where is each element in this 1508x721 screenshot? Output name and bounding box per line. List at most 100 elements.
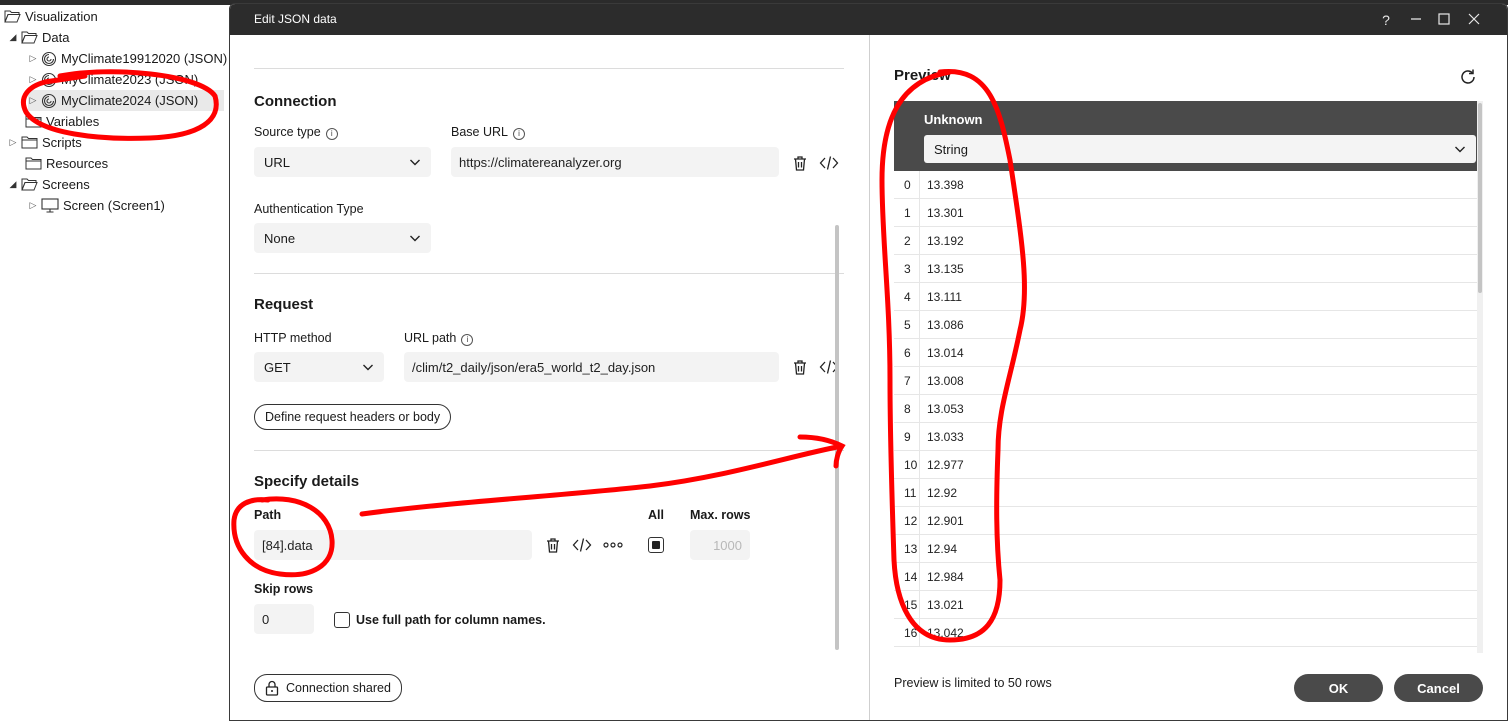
refresh-icon[interactable] <box>1458 67 1478 87</box>
info-icon[interactable]: i <box>512 128 525 140</box>
define-request-headers-button[interactable]: Define request headers or body <box>254 404 452 430</box>
close-button[interactable] <box>1464 10 1484 30</box>
tree-item-visualization[interactable]: Visualization <box>4 6 98 27</box>
table-row[interactable]: 4 13.111 <box>894 283 1477 311</box>
row-index: 4 <box>894 283 920 311</box>
edit-json-dialog: Edit JSON data ? Connection Source type i… <box>229 3 1508 721</box>
maximize-button[interactable] <box>1434 10 1454 30</box>
tree-item-label: MyClimate19912020 (JSON) <box>61 51 228 66</box>
tree-item-label: MyClimate2023 (JSON) <box>61 72 199 87</box>
trash-icon[interactable] <box>790 357 810 377</box>
connection-shared-button[interactable]: Connection shared <box>254 674 402 702</box>
row-value: 13.033 <box>927 430 964 444</box>
base-url-input[interactable]: https://climatereanalyzer.org <box>451 147 779 177</box>
trash-icon[interactable] <box>790 153 810 173</box>
folder-open-icon <box>21 31 38 44</box>
url-path-label: URL path i <box>404 331 474 346</box>
path-input[interactable]: [84].data <box>254 530 532 560</box>
tree-item-myclimate2024[interactable]: ▷ MyClimate2024 (JSON) <box>28 90 224 111</box>
table-row[interactable]: 8 13.053 <box>894 395 1477 423</box>
code-binding-icon[interactable] <box>572 535 592 555</box>
preview-limit-note: Preview is limited to 50 rows <box>894 676 1052 690</box>
tree-item-scripts[interactable]: ▷ Scripts <box>8 132 82 153</box>
collapsed-triangle-icon[interactable]: ▷ <box>28 53 38 64</box>
table-row[interactable]: 9 13.033 <box>894 423 1477 451</box>
skip-rows-input[interactable]: 0 <box>254 604 314 634</box>
scrollbar-thumb[interactable] <box>1478 103 1482 293</box>
row-index: 8 <box>894 395 920 423</box>
preview-pane: Preview Unknown String 0 13.398 1 13.301 2 13… <box>870 35 1507 720</box>
all-rows-checkbox[interactable] <box>648 537 664 553</box>
row-index: 6 <box>894 339 920 367</box>
column-type-value: String <box>934 141 968 157</box>
full-path-label[interactable]: Use full path for column names. <box>356 613 546 627</box>
expanded-triangle-icon[interactable]: ◢ <box>8 32 18 43</box>
table-row[interactable]: 7 13.008 <box>894 367 1477 395</box>
minimize-button[interactable] <box>1406 10 1426 30</box>
source-type-select[interactable]: URL <box>254 147 431 177</box>
table-row[interactable]: 5 13.086 <box>894 311 1477 339</box>
dialog-titlebar[interactable]: Edit JSON data ? <box>230 4 1507 35</box>
column-type-select[interactable]: String <box>924 135 1476 163</box>
path-label: Path <box>254 508 282 522</box>
row-index: 16 <box>894 619 920 647</box>
info-icon[interactable]: i <box>325 128 338 140</box>
collapsed-triangle-icon[interactable]: ▷ <box>8 137 18 148</box>
trash-icon[interactable] <box>543 535 563 555</box>
http-method-label: HTTP method <box>254 331 332 345</box>
table-row[interactable]: 16 13.042 <box>894 619 1477 647</box>
scrollbar[interactable] <box>835 225 839 650</box>
info-icon[interactable]: i <box>461 334 474 346</box>
full-path-checkbox[interactable] <box>334 612 350 628</box>
skip-rows-label: Skip rows <box>254 582 314 596</box>
tree-item-myclimate2023[interactable]: ▷ MyClimate2023 (JSON) <box>28 69 199 90</box>
row-index: 3 <box>894 255 920 283</box>
table-row[interactable]: 15 13.021 <box>894 591 1477 619</box>
tree-item-screens[interactable]: ◢ Screens <box>8 174 90 195</box>
http-method-select[interactable]: GET <box>254 352 384 382</box>
row-value: 13.053 <box>927 402 964 416</box>
max-rows-input[interactable]: 1000 <box>690 530 750 560</box>
table-row[interactable]: 1 13.301 <box>894 199 1477 227</box>
collapsed-triangle-icon[interactable]: ▷ <box>28 74 38 85</box>
row-value: 12.901 <box>927 514 964 528</box>
table-row[interactable]: 6 13.014 <box>894 339 1477 367</box>
table-row[interactable]: 12 12.901 <box>894 507 1477 535</box>
tree-item-data[interactable]: ◢ Data <box>8 27 70 48</box>
request-heading: Request <box>254 296 314 313</box>
row-index: 7 <box>894 367 920 395</box>
ok-button[interactable]: OK <box>1294 674 1383 702</box>
table-row[interactable]: 13 12.94 <box>894 535 1477 563</box>
tree-item-myclimate19912020[interactable]: ▷ MyClimate19912020 (JSON) <box>28 48 228 69</box>
table-row[interactable]: 3 13.135 <box>894 255 1477 283</box>
expanded-triangle-icon[interactable]: ◢ <box>8 179 18 190</box>
table-row[interactable]: 14 12.984 <box>894 563 1477 591</box>
collapsed-triangle-icon[interactable]: ▷ <box>28 95 38 106</box>
table-row[interactable]: 2 13.192 <box>894 227 1477 255</box>
more-options-icon[interactable] <box>603 535 623 555</box>
grid-scrollbar[interactable] <box>1477 101 1483 653</box>
row-value: 12.94 <box>927 542 958 556</box>
tree-item-variables[interactable]: Variables <box>25 111 99 132</box>
auth-type-select[interactable]: None <box>254 223 431 253</box>
url-path-input[interactable]: /clim/t2_daily/json/era5_world_t2_day.js… <box>404 352 779 382</box>
table-row[interactable]: 11 12.92 <box>894 479 1477 507</box>
row-value: 13.008 <box>927 374 964 388</box>
table-row[interactable]: 0 13.398 <box>894 171 1477 199</box>
tree-item-label: Data <box>42 30 70 45</box>
help-button[interactable]: ? <box>1376 10 1396 30</box>
column-name: Unknown <box>924 112 983 127</box>
row-value: 12.92 <box>927 486 958 500</box>
tree-item-screen1[interactable]: ▷ Screen (Screen1) <box>28 195 165 216</box>
cancel-button[interactable]: Cancel <box>1394 674 1483 702</box>
tree-item-resources[interactable]: Resources <box>25 153 108 174</box>
preview-grid: Unknown String 0 13.398 1 13.301 2 13.192 3 13.… <box>894 101 1483 653</box>
folder-open-icon <box>21 178 38 191</box>
table-row[interactable]: 10 12.977 <box>894 451 1477 479</box>
source-type-label: Source type i <box>254 125 338 140</box>
code-binding-icon[interactable] <box>819 153 839 173</box>
row-index: 1 <box>894 199 920 227</box>
row-value: 13.301 <box>927 206 964 220</box>
chevron-down-icon <box>1455 146 1465 153</box>
collapsed-triangle-icon[interactable]: ▷ <box>28 200 38 211</box>
